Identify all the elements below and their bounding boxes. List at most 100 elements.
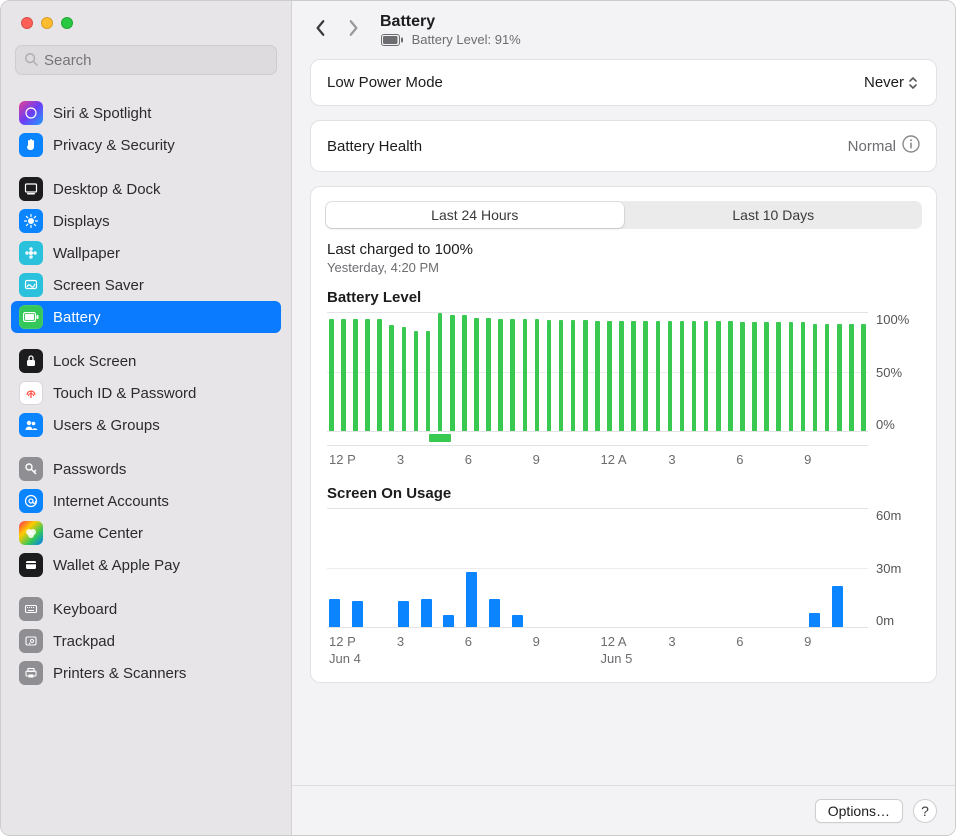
printer-icon (19, 661, 43, 685)
at-icon (19, 489, 43, 513)
battery-health-value: Normal (848, 138, 896, 155)
sidebar-item-battery[interactable]: Battery (11, 301, 281, 333)
search-icon (24, 52, 38, 69)
chart-bar (595, 321, 600, 431)
chart-bar (764, 322, 769, 431)
chart-bar (489, 599, 500, 627)
low-power-mode-label: Low Power Mode (327, 74, 443, 91)
seg-last-24-hours[interactable]: Last 24 Hours (326, 202, 624, 228)
chart-bar (523, 319, 528, 431)
close-icon[interactable] (21, 17, 33, 29)
sidebar-item-wallet-apple-pay[interactable]: Wallet & Apple Pay (11, 549, 281, 581)
chart-bar (510, 319, 515, 431)
wallet-icon (19, 553, 43, 577)
seg-last-10-days[interactable]: Last 10 Days (625, 201, 923, 229)
sidebar-item-lock-screen[interactable]: Lock Screen (11, 345, 281, 377)
users-icon (19, 413, 43, 437)
battery-icon (19, 305, 43, 329)
sidebar-item-label: Printers & Scanners (53, 665, 186, 682)
chart-bar (414, 331, 419, 431)
sidebar-item-passwords[interactable]: Passwords (11, 453, 281, 485)
sidebar-item-label: Desktop & Dock (53, 181, 161, 198)
chart-bar (466, 572, 477, 627)
page-subtitle: Battery Level: 91% (380, 32, 521, 48)
chart-bar (740, 322, 745, 431)
trackpad-icon (19, 629, 43, 653)
sidebar-item-internet-accounts[interactable]: Internet Accounts (11, 485, 281, 517)
sidebar-item-touch-id-password[interactable]: Touch ID & Password (11, 377, 281, 409)
forward-button[interactable] (342, 15, 364, 46)
screensaver-icon (19, 273, 43, 297)
chart-bar (607, 321, 612, 431)
options-button[interactable]: Options… (815, 799, 903, 823)
chart-bar (547, 320, 552, 431)
sidebar-list[interactable]: Siri & SpotlightPrivacy & Security Deskto… (1, 83, 291, 699)
chart-bar (825, 324, 830, 431)
low-power-mode-card: Low Power Mode Never (310, 59, 937, 106)
chart-bar (837, 324, 842, 431)
chart-bar (789, 322, 794, 431)
system-settings-window: Siri & SpotlightPrivacy & Security Deskto… (0, 0, 956, 836)
chart-bar (801, 322, 806, 431)
last-charged-time: Yesterday, 4:20 PM (327, 260, 920, 275)
fingerprint-icon (19, 381, 43, 405)
battery-health-label: Battery Health (327, 138, 422, 155)
chart-bar (776, 322, 781, 431)
sidebar-item-label: Keyboard (53, 601, 117, 618)
sidebar-item-label: Lock Screen (53, 353, 136, 370)
battery-health-card: Battery Health Normal (310, 120, 937, 172)
chart-bar (486, 318, 491, 431)
info-icon[interactable] (902, 135, 920, 157)
sidebar-item-printers-scanners[interactable]: Printers & Scanners (11, 657, 281, 689)
chart-bar (716, 321, 721, 431)
search-input[interactable] (44, 52, 268, 69)
sidebar: Siri & SpotlightPrivacy & Security Deskto… (1, 1, 292, 835)
chart-bar (398, 601, 409, 627)
sidebar-item-privacy-security[interactable]: Privacy & Security (11, 129, 281, 161)
chart-bar (329, 599, 340, 627)
sidebar-item-siri-spotlight[interactable]: Siri & Spotlight (11, 97, 281, 129)
search-field[interactable] (15, 45, 277, 75)
chart-bar (559, 320, 564, 431)
maximize-icon[interactable] (61, 17, 73, 29)
keyboard-icon (19, 597, 43, 621)
content-body[interactable]: Low Power Mode Never Battery Health Norm… (292, 59, 955, 785)
sidebar-item-screen-saver[interactable]: Screen Saver (11, 269, 281, 301)
chart-bar (832, 586, 843, 627)
help-button[interactable]: ? (913, 799, 937, 823)
siri-icon (19, 101, 43, 125)
sidebar-item-label: Internet Accounts (53, 493, 169, 510)
last-charged-title: Last charged to 100% (327, 241, 920, 258)
sidebar-item-label: Game Center (53, 525, 143, 542)
chart-bar (704, 321, 709, 431)
sidebar-item-label: Displays (53, 213, 110, 230)
last-charged-block: Last charged to 100% Yesterday, 4:20 PM (311, 229, 936, 279)
content-header: Battery Battery Level: 91% (292, 1, 955, 59)
chart-bar (619, 321, 624, 431)
low-power-mode-popup[interactable]: Never (862, 74, 920, 91)
minimize-icon[interactable] (41, 17, 53, 29)
chart-bar (474, 318, 479, 431)
battery-level-x-axis: 12 P36912 A369 (327, 446, 920, 469)
sidebar-item-desktop-dock[interactable]: Desktop & Dock (11, 173, 281, 205)
chart-bar (849, 324, 854, 431)
chart-bar (426, 331, 431, 431)
time-range-segmented[interactable]: Last 24 Hours Last 10 Days (325, 201, 922, 229)
chart-bar (692, 321, 697, 431)
sidebar-item-game-center[interactable]: Game Center (11, 517, 281, 549)
chart-bar (813, 324, 818, 431)
sidebar-item-keyboard[interactable]: Keyboard (11, 593, 281, 625)
chart-bar (421, 599, 432, 627)
battery-icon (380, 32, 404, 48)
lock-icon (19, 349, 43, 373)
sidebar-item-label: Wallet & Apple Pay (53, 557, 180, 574)
sidebar-item-users-groups[interactable]: Users & Groups (11, 409, 281, 441)
sidebar-item-displays[interactable]: Displays (11, 205, 281, 237)
sidebar-item-label: Touch ID & Password (53, 385, 196, 402)
sidebar-item-wallpaper[interactable]: Wallpaper (11, 237, 281, 269)
chart-bar (861, 324, 866, 431)
sidebar-item-trackpad[interactable]: Trackpad (11, 625, 281, 657)
chart-bar (438, 313, 443, 431)
back-button[interactable] (310, 15, 332, 46)
window-controls (1, 1, 291, 45)
